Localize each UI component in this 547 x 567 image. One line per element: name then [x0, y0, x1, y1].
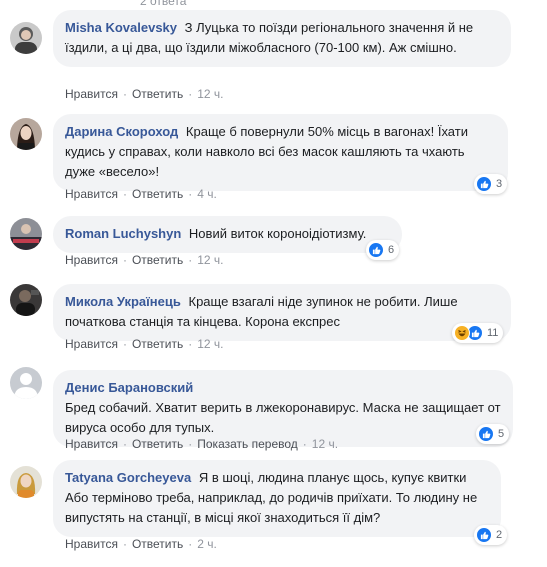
avatar[interactable] — [10, 218, 42, 250]
comment-author[interactable]: Денис Барановский — [65, 380, 193, 395]
comment-author[interactable]: Misha Kovalevsky — [65, 20, 177, 35]
reaction-summary[interactable]: 3 — [474, 174, 508, 194]
like-link[interactable]: Нравится — [65, 87, 118, 101]
reaction-summary[interactable]: 11 — [452, 323, 504, 343]
comment-author[interactable]: Tatyana Gorcheyeva — [65, 470, 191, 485]
reply-link[interactable]: Ответить — [132, 87, 183, 101]
reply-link[interactable]: Ответить — [132, 187, 183, 201]
like-icon — [476, 176, 492, 192]
comment-bubble: Roman Luchyshyn Новий виток короноідіоти… — [53, 216, 402, 253]
separator: · — [188, 187, 193, 201]
comment-timestamp[interactable]: 2 ч. — [197, 537, 217, 551]
reaction-count: 6 — [388, 244, 395, 256]
separator: · — [122, 437, 127, 451]
comment-actions: Нравится · Ответить · 2 ч. — [65, 536, 217, 552]
reply-link[interactable]: Ответить — [132, 437, 183, 451]
comment-actions: Нравится · Ответить · 12 ч. — [65, 252, 224, 268]
comment-timestamp[interactable]: 12 ч. — [312, 437, 338, 451]
separator: · — [122, 337, 127, 351]
comment-timestamp[interactable]: 12 ч. — [197, 87, 223, 101]
avatar[interactable] — [10, 118, 42, 150]
like-icon — [478, 426, 494, 442]
comment-bubble: Tatyana Gorcheyeva Я в шоці, людина план… — [53, 460, 501, 537]
comment-text: Новий виток короноідіотизму. — [188, 226, 367, 241]
separator: · — [188, 253, 193, 267]
reaction-count: 5 — [498, 428, 505, 440]
separator: · — [302, 437, 307, 451]
comment-text: Бред собачий. Хватит верить в лжекоронав… — [65, 400, 501, 435]
avatar[interactable] — [10, 466, 42, 498]
like-icon — [368, 242, 384, 258]
comment-bubble: Дарина Скороход Краще б повернули 50% мі… — [53, 114, 508, 191]
avatar[interactable] — [10, 22, 42, 54]
comment-actions: Нравится · Ответить · 4 ч. — [65, 186, 217, 202]
reaction-summary[interactable]: 2 — [474, 525, 508, 545]
comment-actions: Нравится · Ответить · Показать перевод · 12 ч. — [65, 436, 338, 452]
separator: · — [188, 87, 193, 101]
comment-author[interactable]: Дарина Скороход — [65, 124, 178, 139]
comment-bubble: Микола Українець Краще взагалі ніде зупи… — [53, 284, 511, 341]
comment-actions: Нравится · Ответить · 12 ч. — [65, 86, 224, 102]
reaction-summary[interactable]: 5 — [476, 424, 510, 444]
separator: · — [122, 187, 127, 201]
like-icon — [476, 527, 492, 543]
separator: · — [188, 337, 193, 351]
avatar[interactable] — [10, 284, 42, 316]
replies-fragment[interactable]: 2 ответа — [140, 0, 186, 8]
avatar[interactable] — [10, 367, 42, 399]
comment-timestamp[interactable]: 4 ч. — [197, 187, 217, 201]
show-translation-link[interactable]: Показать перевод — [197, 437, 298, 451]
separator: · — [122, 87, 127, 101]
comment-timestamp[interactable]: 12 ч. — [197, 253, 223, 267]
like-link[interactable]: Нравится — [65, 537, 118, 551]
comment-actions: Нравится · Ответить · 12 ч. — [65, 336, 224, 352]
like-link[interactable]: Нравится — [65, 437, 118, 451]
separator: · — [188, 537, 193, 551]
reaction-summary[interactable]: 6 — [366, 240, 400, 260]
comment-timestamp[interactable]: 12 ч. — [197, 337, 223, 351]
haha-icon — [454, 325, 470, 341]
reply-link[interactable]: Ответить — [132, 253, 183, 267]
like-link[interactable]: Нравится — [65, 337, 118, 351]
separator: · — [122, 253, 127, 267]
reaction-count: 11 — [487, 327, 499, 339]
reaction-count: 2 — [496, 529, 503, 541]
reply-link[interactable]: Ответить — [132, 337, 183, 351]
comment-author[interactable]: Микола Українець — [65, 294, 181, 309]
comment-bubble: Misha Kovalevsky З Луцька то поїзди регі… — [53, 10, 511, 67]
separator: · — [188, 437, 193, 451]
like-link[interactable]: Нравится — [65, 253, 118, 267]
reply-link[interactable]: Ответить — [132, 537, 183, 551]
comment-author[interactable]: Roman Luchyshyn — [65, 226, 181, 241]
reaction-count: 3 — [496, 178, 503, 190]
separator: · — [122, 537, 127, 551]
like-link[interactable]: Нравится — [65, 187, 118, 201]
